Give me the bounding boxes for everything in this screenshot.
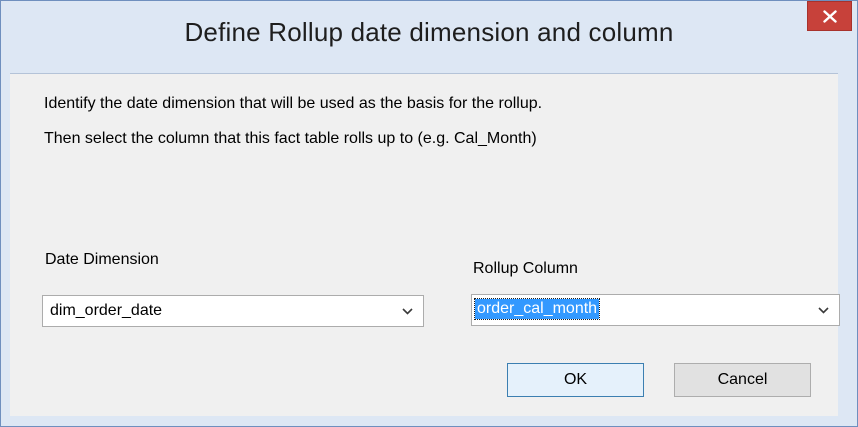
instruction-line-1: Identify the date dimension that will be… bbox=[44, 95, 543, 112]
rollup-column-dropdown[interactable]: order_cal_month bbox=[471, 294, 840, 326]
chevron-down-icon[interactable] bbox=[818, 307, 829, 314]
close-icon bbox=[823, 10, 837, 23]
date-dimension-dropdown[interactable]: dim_order_date bbox=[42, 295, 424, 327]
chevron-down-icon[interactable] bbox=[402, 308, 413, 315]
title-bar[interactable]: Define Rollup date dimension and column bbox=[1, 1, 857, 73]
date-dimension-value: dim_order_date bbox=[50, 302, 163, 319]
dialog-window: Define Rollup date dimension and column … bbox=[0, 0, 858, 427]
ok-button[interactable]: OK bbox=[507, 363, 644, 397]
cancel-button[interactable]: Cancel bbox=[674, 363, 811, 397]
date-dimension-label: Date Dimension bbox=[45, 251, 159, 268]
close-button[interactable] bbox=[807, 1, 852, 31]
rollup-column-label: Rollup Column bbox=[473, 260, 578, 277]
dialog-title: Define Rollup date dimension and column bbox=[184, 17, 674, 47]
instruction-line-2: Then select the column that this fact ta… bbox=[44, 130, 537, 147]
dialog-body: Identify the date dimension that will be… bbox=[10, 73, 840, 416]
rollup-column-value[interactable]: order_cal_month bbox=[473, 298, 601, 320]
